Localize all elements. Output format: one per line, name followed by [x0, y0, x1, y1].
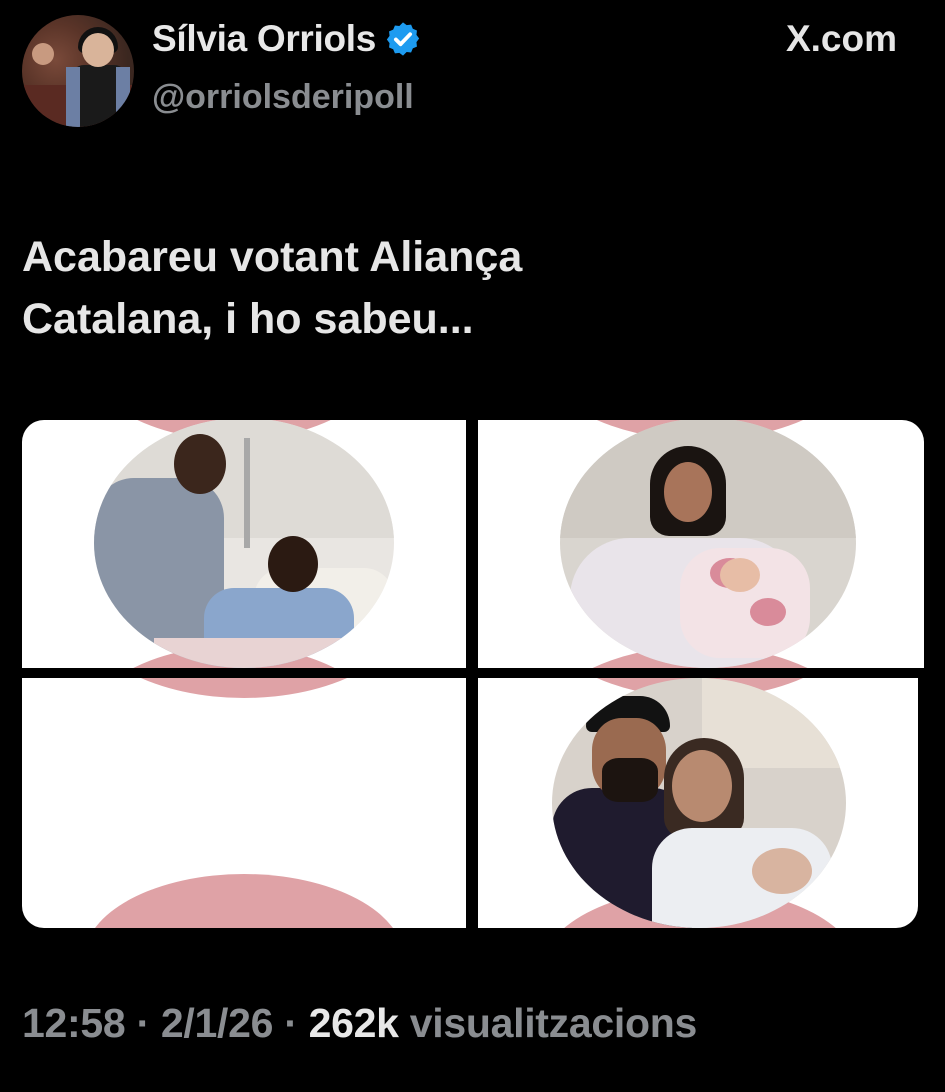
media-tile-2[interactable] [478, 420, 924, 668]
post-date[interactable]: 2/1/26 [161, 1000, 274, 1046]
newborn-photo-family-1 [94, 420, 394, 668]
platform-label: X.com [785, 18, 897, 59]
meta-separator: · [125, 1000, 161, 1046]
blank-tile[interactable] [22, 678, 466, 928]
avatar-background-figure [32, 43, 54, 65]
avatar-jacket-right [116, 67, 130, 127]
newborn-photo-couple-4 [552, 678, 846, 928]
pink-arc [84, 874, 404, 928]
avatar-jacket-left [66, 67, 80, 127]
pink-arc [84, 678, 404, 698]
author-handle[interactable]: @orriolsderipoll [152, 78, 414, 117]
media-grid [22, 420, 924, 928]
media-tile-4[interactable] [478, 678, 918, 928]
avatar-figure-head [82, 33, 114, 67]
meta-separator: · [273, 1000, 309, 1046]
media-tile-1[interactable] [22, 420, 466, 668]
views-label: visualitzacions [398, 1000, 697, 1046]
post-meta: 12:58 · 2/1/26 · 262k visualitzacions [22, 1000, 697, 1047]
author-row: Sílvia Orriols [152, 18, 422, 60]
views-count: 262k [308, 1000, 399, 1046]
post-text: Acabareu votant Aliança Catalana, i ho s… [22, 233, 523, 343]
post-time[interactable]: 12:58 [22, 1000, 126, 1046]
profile-avatar[interactable] [22, 15, 134, 127]
verified-badge-icon [386, 22, 420, 56]
newborn-photo-mother-2 [560, 420, 856, 668]
author-name[interactable]: Sílvia Orriols [152, 18, 376, 60]
